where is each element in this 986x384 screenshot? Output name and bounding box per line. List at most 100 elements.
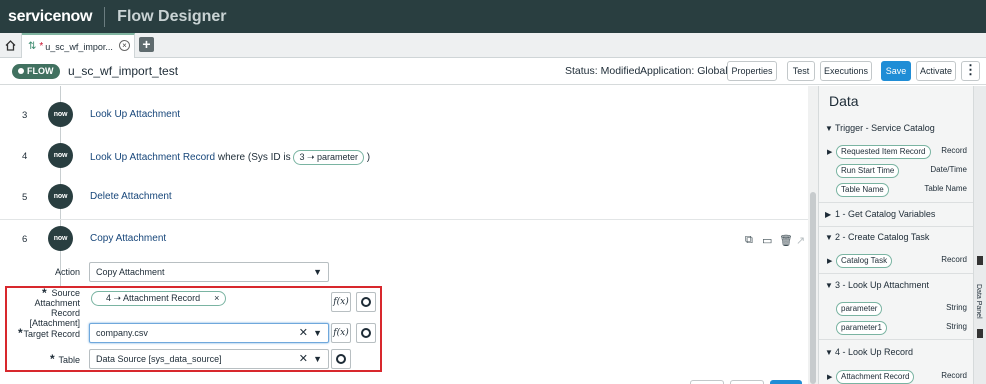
add-tab-button[interactable]: + (139, 37, 154, 52)
data-type: String (946, 322, 967, 331)
data-type: String (946, 303, 967, 312)
now-logo-icon: now (48, 143, 73, 168)
data-type: Date/Time (930, 165, 967, 174)
highlight-annotation (5, 286, 382, 372)
section-label: 3 - Look Up Attachment (835, 280, 930, 290)
action-label: Action (54, 267, 80, 277)
caret-right-icon[interactable]: ▶ (827, 148, 832, 156)
canvas-scrollbar[interactable] (808, 86, 818, 384)
data-section-look-up-attachment[interactable]: ▼ 3 - Look Up Attachment (825, 280, 929, 290)
step-number: 6 (22, 234, 28, 245)
app-header: servicenow Flow Designer (0, 0, 986, 33)
more-options-button[interactable]: ⋮ (961, 61, 980, 81)
data-pill[interactable]: Requested Item Record (836, 145, 931, 159)
section-divider (819, 226, 974, 227)
section-label: 4 - Look Up Record (835, 347, 914, 357)
data-panel-rail-label: Data Panel (975, 284, 982, 319)
save-button[interactable]: Save (881, 61, 911, 81)
close-tab-icon[interactable]: × (119, 40, 130, 51)
data-section-get-catalog-variables[interactable]: ▶ 1 - Get Catalog Variables (825, 209, 935, 219)
flow-name: u_sc_wf_import_test (68, 64, 179, 78)
now-logo-icon: now (48, 184, 73, 209)
data-pill[interactable]: Table Name (836, 183, 889, 197)
collapse-handle-icon[interactable] (977, 256, 983, 265)
delete-icon[interactable]: 🗑 (779, 234, 793, 247)
data-type: Record (941, 371, 967, 380)
action-select-value: Copy Attachment (96, 267, 165, 277)
data-pill[interactable]: Catalog Task (836, 254, 893, 268)
unsaved-marker: * (39, 41, 44, 52)
data-panel-title: Data (829, 93, 859, 109)
flow-status-dot (18, 68, 24, 74)
delete-button-partial[interactable] (730, 380, 764, 384)
step-condition-close: ) (364, 152, 371, 163)
data-panel: Data ▼ Trigger - Service Catalog ▶ Reques… (818, 86, 974, 384)
flow-step-5[interactable]: 5 now Delete Attachment (0, 178, 808, 218)
section-label: 2 - Create Catalog Task (835, 232, 930, 242)
data-type: Table Name (924, 184, 967, 193)
servicenow-logo[interactable]: servicenow (8, 8, 92, 26)
application-text: Application: Global (640, 65, 728, 77)
step-label-group: Look Up Attachment Record where (Sys ID … (90, 150, 370, 165)
caret-down-icon: ▼ (825, 281, 833, 290)
tab-bar: ⇅ * u_sc_wf_impor... × + (0, 33, 986, 58)
data-panel-rail[interactable]: Data Panel (973, 86, 986, 384)
toolbar: FLOW u_sc_wf_import_test Status: Modifie… (0, 58, 986, 85)
now-logo-icon: now (48, 226, 73, 251)
data-type: Record (941, 255, 967, 264)
comment-icon[interactable]: ▭ (762, 234, 772, 247)
data-pill[interactable]: 3 ➝ parameter (293, 150, 365, 165)
now-logo-icon: now (48, 102, 73, 127)
step-number: 3 (22, 110, 28, 121)
data-pill[interactable]: parameter (836, 302, 883, 316)
tab-label: u_sc_wf_impor... (45, 41, 113, 52)
properties-button[interactable]: Properties (727, 61, 777, 81)
copy-icon[interactable]: ⧉ (745, 234, 753, 247)
open-external-icon[interactable]: ↗ (796, 234, 805, 247)
flow-badge-label: FLOW (27, 66, 54, 76)
test-button[interactable]: Test (787, 61, 815, 81)
executions-button[interactable]: Executions (820, 61, 872, 81)
step-label: Look Up Attachment (90, 109, 181, 120)
section-divider (819, 273, 974, 274)
caret-right-icon: ▶ (825, 210, 832, 219)
data-type: Record (941, 146, 967, 155)
cancel-button-partial[interactable] (690, 380, 724, 384)
caret-right-icon[interactable]: ▶ (827, 373, 832, 381)
flow-badge: FLOW (12, 64, 60, 79)
caret-down-icon: ▼ (825, 348, 833, 357)
data-section-look-up-record[interactable]: ▼ 4 - Look Up Record (825, 347, 913, 357)
home-icon (5, 40, 16, 51)
data-section-trigger[interactable]: ▼ Trigger - Service Catalog (825, 123, 935, 133)
status-text: Status: Modified (565, 65, 641, 77)
flow-step-3[interactable]: 3 now Look Up Attachment (0, 96, 808, 136)
section-divider (819, 202, 974, 203)
tab-flow[interactable]: ⇅ * u_sc_wf_impor... × (22, 33, 135, 58)
action-select[interactable]: Copy Attachment ▼ (89, 262, 329, 282)
section-label: Trigger - Service Catalog (835, 123, 935, 133)
app-title: Flow Designer (117, 7, 227, 25)
collapse-handle-icon[interactable] (977, 329, 983, 338)
scrollbar-thumb[interactable] (810, 192, 816, 384)
data-section-create-catalog-task[interactable]: ▼ 2 - Create Catalog Task (825, 232, 929, 242)
header-divider (104, 6, 106, 27)
data-pill[interactable]: Run Start Time (836, 164, 900, 178)
step-label: Delete Attachment (90, 191, 172, 202)
caret-right-icon[interactable]: ▶ (827, 257, 832, 265)
done-button-partial[interactable] (770, 380, 802, 384)
step-condition-text: where (Sys ID is (215, 152, 294, 163)
dropdown-icon: ▼ (313, 267, 322, 277)
step-number: 5 (22, 192, 28, 203)
step-label: Copy Attachment (90, 233, 167, 244)
data-pill[interactable]: parameter1 (836, 321, 887, 335)
section-label: 1 - Get Catalog Variables (835, 209, 936, 219)
data-pill[interactable]: Attachment Record (836, 370, 915, 384)
caret-down-icon: ▼ (825, 233, 833, 242)
step-label: Look Up Attachment Record (90, 152, 216, 163)
flow-icon: ⇅ (28, 41, 37, 52)
home-tab[interactable] (0, 33, 22, 58)
activate-button[interactable]: Activate (916, 61, 956, 81)
flow-step-4[interactable]: 4 now Look Up Attachment Record where (S… (0, 137, 808, 177)
caret-down-icon: ▼ (825, 124, 833, 133)
flow-step-6[interactable]: 6 now Copy Attachment (0, 219, 808, 259)
